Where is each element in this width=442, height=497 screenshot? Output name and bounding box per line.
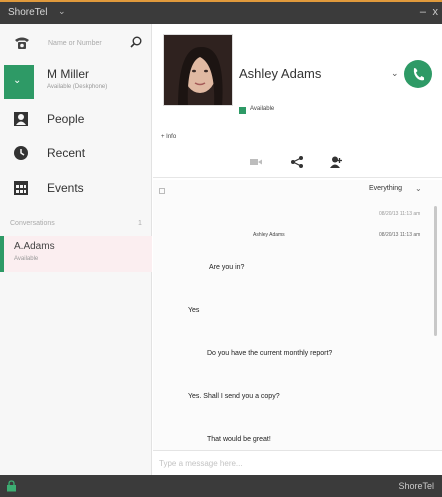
- contact-name: Ashley Adams: [239, 66, 322, 81]
- info-toggle[interactable]: + Info: [161, 134, 176, 140]
- brand-logo: ShoreTel: [398, 481, 434, 491]
- sidebar-item-label: Recent: [47, 146, 86, 160]
- sidebar-item-label: Events: [47, 181, 84, 195]
- message-timestamp: 08/20/13 11:13 am: [379, 232, 421, 238]
- add-contact-icon[interactable]: [329, 155, 343, 169]
- message-sender: Ashley Adams: [253, 232, 285, 238]
- chat-history[interactable]: Everything ⌄ 08/20/13 11:13 am Ashley Ad…: [153, 180, 442, 450]
- message-placeholder: Type a message here...: [159, 459, 243, 468]
- message-filter[interactable]: Everything: [369, 185, 402, 192]
- current-user[interactable]: ⌄ M Miller Available (Deskphone): [0, 61, 152, 101]
- history-icon: [14, 146, 28, 160]
- status-bar: ShoreTel: [0, 475, 442, 497]
- sidebar-item-people[interactable]: People: [0, 104, 152, 134]
- title-bar: ShoreTel ⌄ – x: [0, 0, 442, 24]
- chat-message: Yes. Shall I send you a copy?: [188, 393, 280, 400]
- conversation-status: Available: [14, 256, 39, 262]
- phone-icon: [413, 68, 424, 81]
- chat-message: Yes: [188, 307, 200, 314]
- user-status: Available (Deskphone): [47, 84, 108, 90]
- user-status-tile[interactable]: ⌄: [4, 65, 34, 99]
- chevron-down-icon[interactable]: ⌄: [391, 68, 399, 79]
- conversation-panel: Ashley Adams ⌄ Available + Info Everythi…: [153, 24, 442, 475]
- user-name: M Miller: [47, 67, 89, 81]
- app-title: ShoreTel: [8, 7, 48, 18]
- chevron-down-icon: ⌄: [13, 75, 22, 86]
- video-icon[interactable]: [249, 155, 263, 169]
- scrollbar[interactable]: [434, 206, 437, 336]
- chat-message: Are you in?: [209, 264, 245, 271]
- conversations-header: Conversations: [10, 220, 55, 227]
- phone-icon[interactable]: [14, 36, 30, 50]
- search-icon[interactable]: [130, 36, 142, 48]
- search-input[interactable]: Name or Number: [48, 40, 102, 47]
- select-checkbox[interactable]: [159, 188, 165, 194]
- conversations-count: 1: [138, 220, 142, 227]
- lock-icon[interactable]: [6, 480, 17, 492]
- minimize-button[interactable]: –: [420, 6, 426, 18]
- conversation-name: A.Adams: [14, 241, 55, 252]
- chat-message: That would be great!: [207, 436, 271, 443]
- share-icon[interactable]: [290, 155, 304, 169]
- contact-photo: [164, 35, 232, 105]
- divider: [153, 177, 442, 178]
- sidebar-item-events[interactable]: Events: [0, 173, 152, 203]
- contact-status: Available: [250, 106, 275, 112]
- person-card-icon: [14, 112, 28, 126]
- sidebar-item-label: People: [47, 112, 85, 126]
- call-button[interactable]: [404, 60, 432, 88]
- message-timestamp: 08/20/13 11:13 am: [379, 211, 421, 217]
- search-bar: Name or Number: [0, 28, 152, 60]
- sidebar: Name or Number ⌄ M Miller Available (Des…: [0, 24, 152, 475]
- avatar: [163, 34, 233, 106]
- chat-message: Do you have the current monthly report?: [207, 350, 333, 357]
- presence-indicator: [239, 107, 246, 114]
- calendar-icon: [14, 181, 28, 195]
- message-input[interactable]: Type a message here...: [153, 450, 442, 475]
- sidebar-item-recent[interactable]: Recent: [0, 138, 152, 168]
- close-button[interactable]: x: [433, 6, 439, 18]
- chevron-down-icon[interactable]: ⌄: [58, 6, 66, 17]
- chevron-down-icon[interactable]: ⌄: [415, 184, 422, 193]
- conversation-item[interactable]: A.Adams Available: [0, 236, 152, 272]
